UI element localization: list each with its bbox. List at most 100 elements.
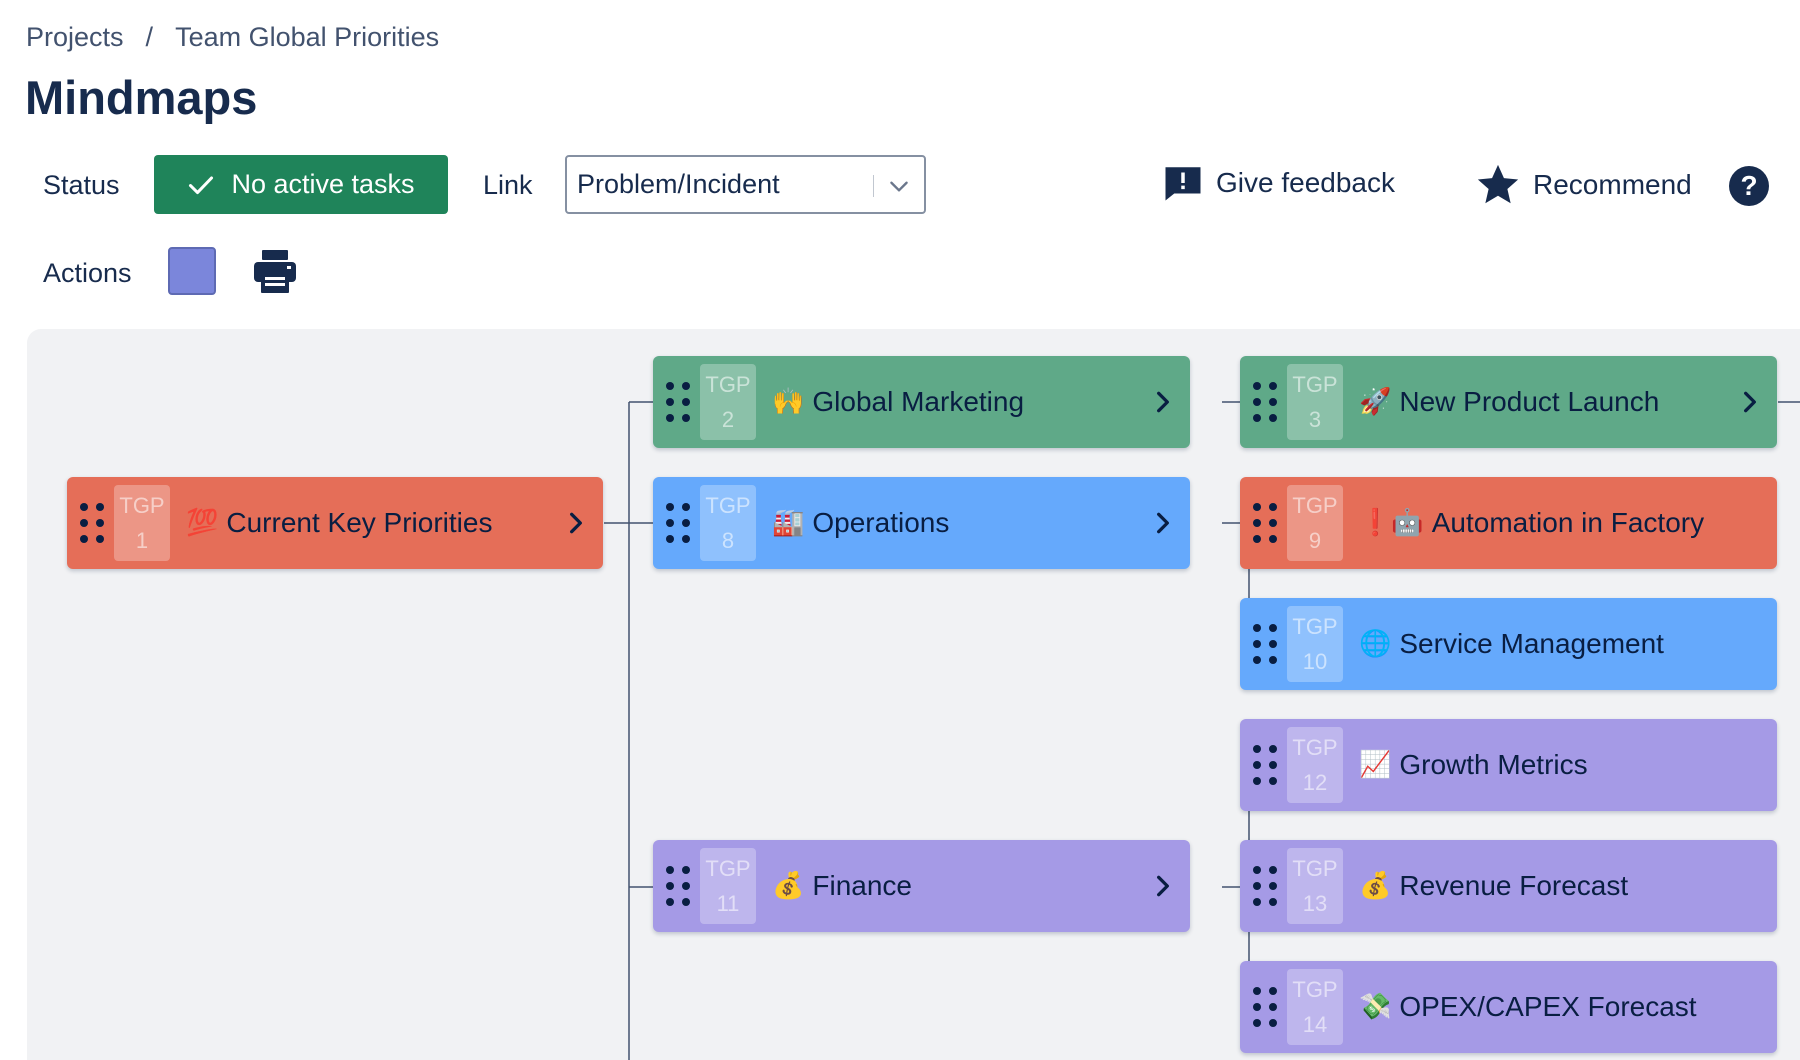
issue-key-prefix: TGP	[1292, 493, 1338, 518]
chevron-down-icon	[890, 181, 908, 192]
recommend-button[interactable]: Recommend	[1475, 162, 1692, 208]
printer-icon[interactable]	[253, 248, 297, 294]
issue-key-badge: TGP 1	[114, 485, 170, 561]
chevron-right-icon[interactable]	[1150, 873, 1176, 899]
breadcrumb-current-link[interactable]: Team Global Priorities	[175, 22, 439, 53]
node-emoji: 💯	[186, 508, 219, 538]
node-title[interactable]: OPEX/CAPEX Forecast	[1399, 991, 1696, 1023]
feedback-icon	[1165, 167, 1201, 201]
node-title[interactable]: Growth Metrics	[1399, 749, 1587, 781]
issue-key-number: 11	[716, 891, 740, 916]
drag-handle-icon[interactable]	[664, 501, 694, 545]
drag-handle-icon[interactable]	[664, 380, 694, 424]
node-emoji: 🚀	[1359, 387, 1392, 417]
node-title[interactable]: Operations	[812, 507, 949, 539]
link-label: Link	[483, 170, 533, 200]
mindmap-node-tgp-8[interactable]: TGP 8 🏭 Operations	[653, 477, 1190, 569]
node-title[interactable]: New Product Launch	[1399, 386, 1659, 418]
issue-key-prefix: TGP	[705, 493, 751, 518]
node-emoji: 🌐	[1359, 629, 1392, 659]
node-emoji: 📈	[1359, 750, 1392, 780]
breadcrumb: Projects / Team Global Priorities	[26, 22, 439, 53]
chevron-right-icon[interactable]	[1150, 389, 1176, 415]
link-type-select[interactable]: Problem/Incident	[565, 155, 926, 214]
help-icon[interactable]: ?	[1729, 166, 1769, 206]
drag-handle-icon[interactable]	[1251, 622, 1281, 666]
issue-key-prefix: TGP	[119, 493, 165, 518]
issue-key-number: 8	[721, 528, 735, 553]
drag-handle-icon[interactable]	[1251, 743, 1281, 787]
node-title[interactable]: Global Marketing	[812, 386, 1024, 418]
breadcrumb-separator: /	[145, 22, 154, 52]
issue-key-prefix: TGP	[1292, 856, 1338, 881]
chevron-right-icon[interactable]	[1150, 510, 1176, 536]
issue-key-badge: TGP 12	[1287, 727, 1343, 803]
node-title[interactable]: Automation in Factory	[1432, 507, 1704, 539]
actions-label: Actions	[43, 258, 132, 288]
give-feedback-label: Give feedback	[1216, 167, 1395, 198]
node-title[interactable]: Revenue Forecast	[1399, 870, 1628, 902]
star-icon	[1477, 164, 1519, 204]
mindmap-node-tgp-14[interactable]: TGP 14 💸 OPEX/CAPEX Forecast	[1240, 961, 1777, 1053]
issue-key-number: 12	[1302, 770, 1328, 795]
link-type-value: Problem/Incident	[577, 169, 780, 199]
mindmap-node-tgp-10[interactable]: TGP 10 🌐 Service Management	[1240, 598, 1777, 690]
issue-key-badge: TGP 9	[1287, 485, 1343, 561]
issue-key-badge: TGP 2	[700, 364, 756, 440]
node-emoji: 🙌	[772, 387, 805, 417]
status-label: Status	[43, 170, 120, 200]
issue-key-prefix: TGP	[1292, 977, 1338, 1002]
drag-handle-icon[interactable]	[1251, 380, 1281, 424]
node-emoji: 💰	[772, 871, 805, 901]
page-title: Mindmaps	[25, 71, 258, 124]
mindmap-canvas[interactable]: TGP 1 💯 Current Key Priorities TGP 2 🙌 Glo…	[27, 329, 1800, 1060]
issue-key-number: 9	[1308, 528, 1322, 553]
drag-handle-icon[interactable]	[1251, 864, 1281, 908]
issue-key-number: 2	[721, 407, 735, 432]
mindmap-node-tgp-9[interactable]: TGP 9 ❗🤖 Automation in Factory	[1240, 477, 1777, 569]
breadcrumb-projects-link[interactable]: Projects	[26, 22, 124, 53]
recommend-label: Recommend	[1533, 169, 1692, 200]
issue-key-badge: TGP 8	[700, 485, 756, 561]
color-picker-button[interactable]	[168, 247, 216, 295]
issue-key-number: 10	[1302, 649, 1328, 674]
issue-key-number: 3	[1308, 407, 1322, 432]
mindmap-node-tgp-13[interactable]: TGP 13 💰 Revenue Forecast	[1240, 840, 1777, 932]
node-title[interactable]: Current Key Priorities	[226, 507, 492, 539]
issue-key-prefix: TGP	[1292, 614, 1338, 639]
issue-key-prefix: TGP	[705, 856, 751, 881]
issue-key-number: 14	[1302, 1012, 1328, 1037]
drag-handle-icon[interactable]	[664, 864, 694, 908]
drag-handle-icon[interactable]	[78, 501, 108, 545]
node-title[interactable]: Service Management	[1399, 628, 1664, 660]
drag-handle-icon[interactable]	[1251, 501, 1281, 545]
mindmap-node-tgp-3[interactable]: TGP 3 🚀 New Product Launch	[1240, 356, 1777, 448]
chevron-right-icon[interactable]	[1737, 389, 1763, 415]
issue-key-prefix: TGP	[705, 372, 751, 397]
drag-handle-icon[interactable]	[1251, 985, 1281, 1029]
select-divider	[873, 175, 874, 197]
node-emoji: 🏭	[772, 508, 805, 538]
issue-key-badge: TGP 3	[1287, 364, 1343, 440]
issue-key-number: 1	[135, 528, 149, 553]
node-emoji: 💰	[1359, 871, 1392, 901]
issue-key-number: 13	[1302, 891, 1328, 916]
issue-key-prefix: TGP	[1292, 372, 1338, 397]
issue-key-badge: TGP 14	[1287, 969, 1343, 1045]
issue-key-badge: TGP 10	[1287, 606, 1343, 682]
check-icon	[189, 175, 214, 194]
mindmap-node-tgp-1[interactable]: TGP 1 💯 Current Key Priorities	[67, 477, 603, 569]
mindmap-node-tgp-11[interactable]: TGP 11 💰 Finance	[653, 840, 1190, 932]
node-emoji: 💸	[1359, 992, 1392, 1022]
status-button-label: No active tasks	[231, 169, 415, 199]
issue-key-badge: TGP 11	[700, 848, 756, 924]
status-button[interactable]: No active tasks	[154, 155, 448, 214]
issue-key-prefix: TGP	[1292, 735, 1338, 760]
give-feedback-button[interactable]: Give feedback	[1162, 162, 1395, 204]
mindmap-node-tgp-2[interactable]: TGP 2 🙌 Global Marketing	[653, 356, 1190, 448]
mindmap-node-tgp-12[interactable]: TGP 12 📈 Growth Metrics	[1240, 719, 1777, 811]
issue-key-badge: TGP 13	[1287, 848, 1343, 924]
chevron-right-icon[interactable]	[563, 510, 589, 536]
node-title[interactable]: Finance	[812, 870, 912, 902]
node-emoji: ❗🤖	[1359, 508, 1424, 538]
